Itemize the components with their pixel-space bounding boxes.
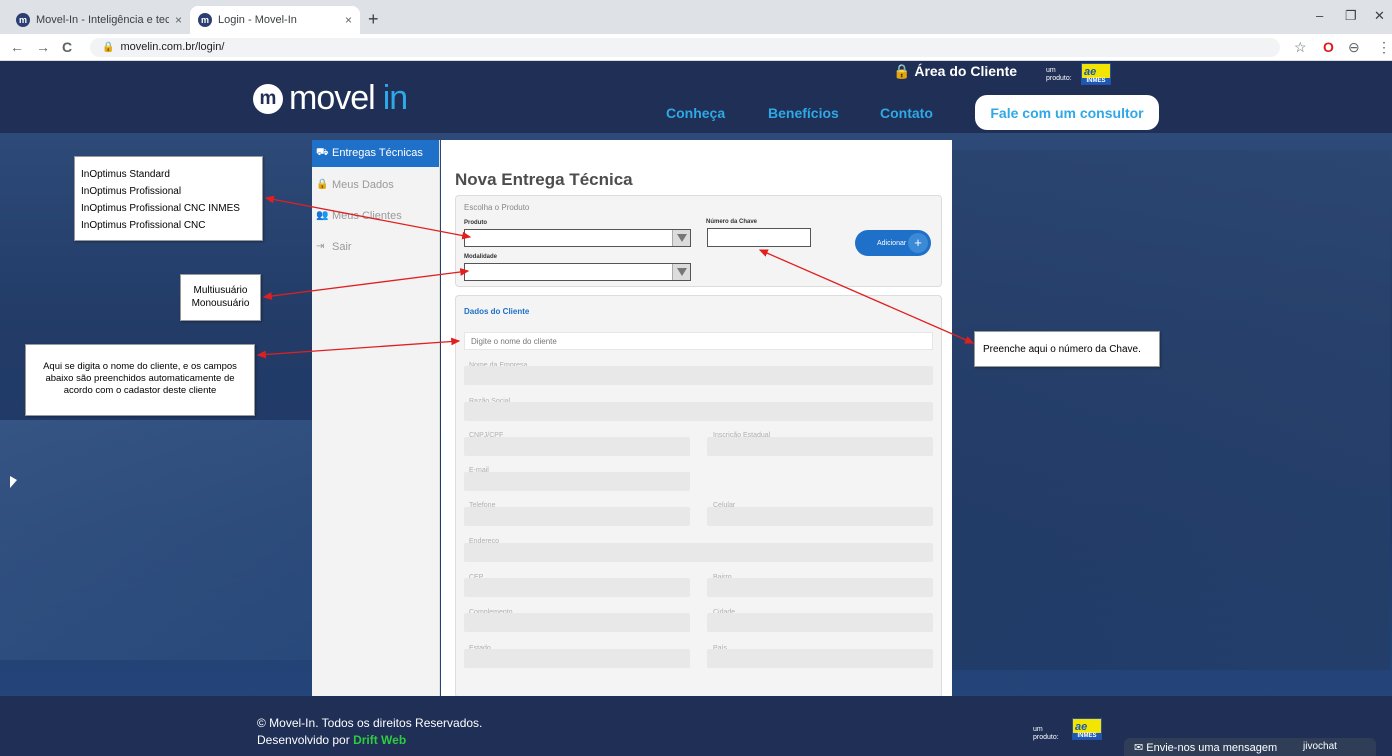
developer-prefix: Desenvolvido por: [257, 733, 354, 747]
jivochat-brand: jivochat: [1303, 741, 1337, 752]
arrow-to-chave: [758, 249, 975, 344]
chat-widget[interactable]: ✉ Envie-nos uma mensagem: [1124, 738, 1376, 756]
copyright: © Movel-In. Todos os direitos Reservados…: [257, 716, 483, 730]
inmes-mark: ae: [1075, 721, 1088, 733]
envelope-icon: ✉: [1134, 742, 1144, 754]
arrow-to-client-input: [256, 337, 461, 359]
arrow-to-modalidade: [262, 268, 470, 300]
developer-credit: Desenvolvido por Drift Web: [257, 733, 406, 747]
mouse-cursor-icon: [10, 476, 17, 488]
um-produto-label: um produto:: [1033, 726, 1059, 741]
inmes-label: INMES: [1073, 733, 1101, 739]
annotation-arrows: [256, 195, 975, 359]
arrow-to-produto: [264, 195, 472, 240]
inmes-logo: ae INMES: [1072, 718, 1102, 740]
drift-web-link[interactable]: Drift Web: [353, 733, 406, 747]
chat-label: Envie-nos uma mensagem: [1146, 742, 1278, 754]
